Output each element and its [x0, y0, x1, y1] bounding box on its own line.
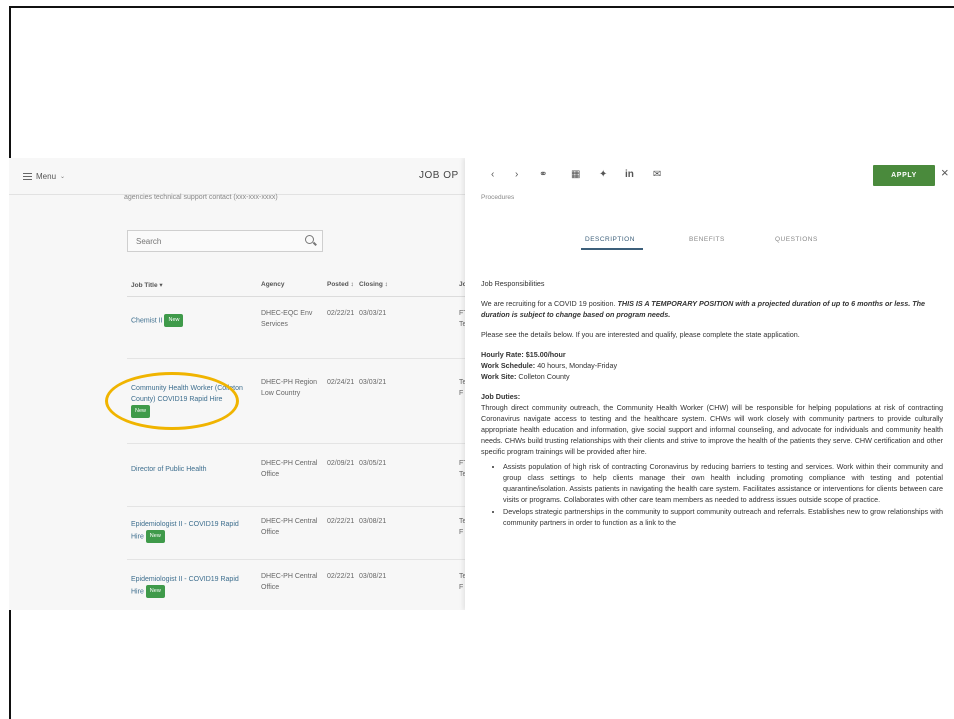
close-icon[interactable]: × — [941, 165, 949, 180]
twitter-icon[interactable]: ✦ — [599, 169, 607, 181]
closing-date: 03/05/21 — [359, 460, 387, 467]
tab-questions[interactable]: QUESTIONS — [775, 236, 818, 243]
search-input[interactable] — [128, 231, 304, 252]
agency-cell: DHEC-EQC Env Services — [261, 310, 313, 328]
table-row[interactable]: Chemist II New DHEC-EQC Env Services 02/… — [127, 296, 472, 359]
chevron-down-icon: ⌄ — [60, 174, 66, 180]
work-schedule: Work Schedule: 40 hours, Monday-Friday — [481, 361, 618, 370]
detail-tabs: DESCRIPTION BENEFITS QUESTIONS — [465, 234, 954, 254]
hourly-rate: Hourly Rate: $15.00/hour — [481, 350, 566, 359]
closing-date: 03/03/21 — [359, 379, 387, 386]
tab-benefits[interactable]: BENEFITS — [689, 236, 725, 243]
new-badge: New — [145, 530, 165, 543]
apply-button[interactable]: APPLY — [873, 165, 935, 186]
job-title-link[interactable]: Epidemiologist II - COVID19 Rapid Hire N… — [131, 519, 243, 543]
work-site: Work Site: Colleton County — [481, 372, 570, 381]
agency-cell: DHEC-PH Central Office — [261, 460, 318, 478]
column-header-agency[interactable]: Agency — [261, 281, 284, 288]
search-box[interactable] — [127, 230, 323, 252]
print-icon[interactable]: ▦ — [571, 169, 580, 181]
column-header-job-title[interactable]: Job Title ▾ — [131, 281, 163, 289]
closing-date: 03/08/21 — [359, 573, 387, 580]
chevron-left-icon[interactable]: ‹ — [491, 169, 494, 181]
job-detail-panel: ‹ › ⚭ ▦ ✦ in ✉ APPLY × Procedures DESCRI… — [465, 158, 954, 610]
posted-date: 02/09/21 — [327, 460, 355, 467]
job-description: Job Responsibilities We are recruiting f… — [481, 278, 943, 529]
review-text: Please see the details below. If you are… — [481, 330, 800, 339]
table-row[interactable]: Director of Public Health DHEC-PH Centra… — [127, 444, 472, 507]
job-title-link[interactable]: Chemist II New — [131, 314, 243, 327]
section-title: Job Responsibilities — [481, 279, 545, 288]
linkedin-icon[interactable]: in — [625, 169, 634, 181]
posted-date: 02/22/21 — [327, 310, 355, 317]
active-tab-indicator — [581, 248, 643, 250]
table-header: Job Title ▾ Agency Posted ↕ Closing ↕ Jo… — [127, 272, 471, 297]
new-badge: New — [164, 314, 184, 327]
table-row[interactable]: Epidemiologist II - COVID19 Rapid Hire N… — [127, 507, 472, 560]
table-row[interactable]: Epidemiologist II - COVID19 Rapid Hire N… — [127, 560, 472, 610]
duties-text: Through direct community outreach, the C… — [481, 403, 943, 456]
menu-button[interactable]: Menu ⌄ — [23, 172, 65, 181]
new-badge: New — [145, 585, 165, 598]
chevron-right-icon[interactable]: › — [515, 169, 518, 181]
closing-date: 03/08/21 — [359, 518, 387, 525]
hamburger-icon — [23, 173, 32, 180]
column-header-closing[interactable]: Closing ↕ — [359, 281, 388, 288]
agency-cell: DHEC-PH Central Office — [261, 518, 318, 536]
tab-description[interactable]: DESCRIPTION — [585, 236, 635, 243]
link-icon[interactable]: ⚭ — [539, 169, 547, 181]
email-icon[interactable]: ✉ — [653, 169, 661, 181]
job-listing-page: Menu ⌄ JOB OP agencies technical support… — [9, 158, 472, 610]
panel-subheader: Procedures — [481, 194, 515, 201]
posted-date: 02/22/21 — [327, 518, 355, 525]
screenshot: Menu ⌄ JOB OP agencies technical support… — [9, 158, 954, 610]
duties-title: Job Duties: — [481, 392, 521, 401]
column-header-posted[interactable]: Posted ↕ — [327, 281, 354, 288]
job-title-link[interactable]: Director of Public Health — [131, 464, 243, 475]
top-bar: Menu ⌄ JOB OP — [9, 158, 465, 195]
page-title: JOB OP — [419, 170, 459, 181]
panel-toolbar: ‹ › ⚭ ▦ ✦ in ✉ APPLY × — [465, 158, 954, 192]
menu-label: Menu — [36, 172, 57, 181]
agency-cell: DHEC-PH Central Office — [261, 573, 318, 591]
intro-paragraph: We are recruiting for a COVID 19 positio… — [481, 299, 925, 319]
job-title-link[interactable]: Epidemiologist II - COVID19 Rapid Hire N… — [131, 574, 243, 598]
posted-date: 02/22/21 — [327, 573, 355, 580]
highlight-circle — [105, 372, 239, 430]
agency-cell: DHEC-PH Region Low Country — [261, 379, 318, 397]
duties-list: Assists population of high risk of contr… — [481, 461, 943, 528]
closing-date: 03/03/21 — [359, 310, 387, 317]
search-icon[interactable] — [305, 235, 314, 244]
posted-date: 02/24/21 — [327, 379, 355, 386]
contact-note: agencies technical support contact (xxx-… — [124, 194, 278, 201]
list-item: Develops strategic partnerships in the c… — [503, 506, 943, 528]
list-item: Assists population of high risk of contr… — [503, 461, 943, 505]
